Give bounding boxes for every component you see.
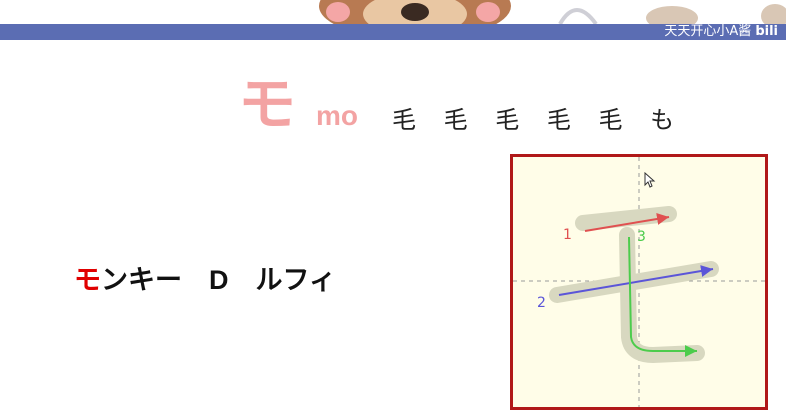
trace-stroke-3 <box>619 227 705 364</box>
mouse-cursor-icon <box>644 171 656 192</box>
stroke-label-2: 2 <box>537 295 546 311</box>
example-word: モンキー D ルフィ <box>74 258 336 297</box>
stroke-diagram: 1 2 3 <box>513 157 765 407</box>
example-rest: ンキー D ルフィ <box>101 265 336 295</box>
watermark-text: 天天开心小A酱 <box>664 24 752 39</box>
bilibili-logo-icon: bili <box>755 24 778 39</box>
stroke-label-1: 1 <box>563 227 572 243</box>
stroke-order-sequence: 毛 毛 毛 毛 毛 も <box>392 106 685 134</box>
kana-title: モ <box>238 70 297 138</box>
uploader-watermark: 天天开心小A酱 bili <box>664 24 778 40</box>
stroke-order-board: 1 2 3 <box>510 154 768 410</box>
romaji-label: mo <box>316 100 358 131</box>
stroke-label-3: 3 <box>637 229 646 245</box>
example-highlight: モ <box>74 265 101 295</box>
